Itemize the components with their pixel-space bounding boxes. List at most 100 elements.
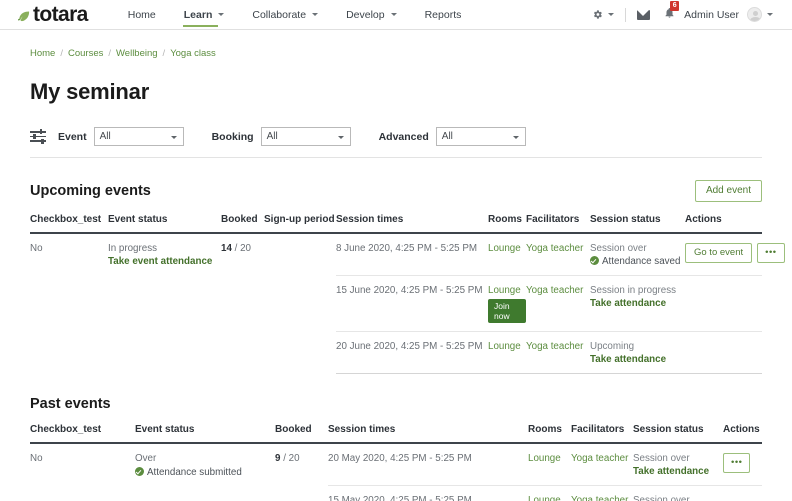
filter-advanced-value: All [442,131,453,142]
breadcrumb-separator: / [163,48,166,59]
cell-booked: 9 / 20 [275,443,328,501]
cell-session-status: Session over Take attendance [633,443,723,486]
session-status-text: Upcoming [590,341,634,352]
upcoming-table-header-row: Checkbox_test Event status Booked Sign-u… [30,214,762,233]
breadcrumb: Home / Courses / Wellbeing / Yoga class [30,30,762,59]
facilitator-link[interactable]: Yoga teacher [571,495,628,501]
filter-sliders-icon [30,130,46,143]
upcoming-events-table: Checkbox_test Event status Booked Sign-u… [30,214,762,374]
col-booked: Booked [221,214,264,233]
notification-count-badge: 6 [670,1,679,11]
cell-session-time: 8 June 2020, 4:25 PM - 5:25 PM [336,233,488,276]
user-name-label: Admin User [684,9,739,21]
cell-facilitator: Yoga teacher [526,276,590,332]
cell-room: Lounge Join now [488,276,526,332]
chevron-down-icon [312,13,318,16]
cell-session-status: Session in progress Take attendance [590,276,685,332]
col-session-status: Session status [590,214,685,233]
row-actions-menu-button[interactable]: ••• [757,243,784,263]
col-actions: Actions [685,214,762,233]
notifications-button[interactable]: 6 [664,7,675,22]
room-link[interactable]: Lounge [528,453,561,464]
col-rooms: Rooms [488,214,526,233]
chevron-down-icon [218,13,224,16]
top-navigation-bar: totara Home Learn Collaborate Develop Re… [0,0,792,30]
messages-button[interactable] [630,10,657,20]
facilitator-link[interactable]: Yoga teacher [526,285,583,296]
go-to-event-button[interactable]: Go to event [685,243,752,263]
cell-room: Lounge [528,443,571,486]
brand-text: totara [33,4,88,25]
cell-session-status: Session over Attendance saved [590,233,685,276]
user-menu[interactable]: 6 Admin User [657,7,780,22]
breadcrumb-item-courses[interactable]: Courses [68,48,103,59]
nav-item-learn-label: Learn [184,9,213,21]
room-link[interactable]: Lounge [488,285,521,296]
filter-event-select[interactable]: All [94,127,184,146]
nav-item-home-label: Home [128,9,156,21]
cell-room: Lounge [488,332,526,374]
cell-session-time: 20 June 2020, 4:25 PM - 5:25 PM [336,332,488,374]
nav-item-reports[interactable]: Reports [411,3,476,27]
nav-item-develop[interactable]: Develop [332,3,411,27]
breadcrumb-item-yoga-class[interactable]: Yoga class [170,48,216,59]
filter-event-value: All [100,131,111,142]
attendance-saved-label: Attendance saved [602,256,680,267]
cell-actions [685,276,762,332]
col-facilitators: Facilitators [526,214,590,233]
row-actions-menu-button[interactable]: ••• [723,453,750,473]
settings-menu-button[interactable] [585,9,621,20]
nav-item-learn[interactable]: Learn [170,3,239,27]
cell-event-status: In progress Take event attendance [108,233,221,374]
cell-session-time: 20 May 2020, 4:25 PM - 5:25 PM [328,443,528,486]
booked-total: / 20 [235,243,251,254]
take-attendance-link[interactable]: Take attendance [633,466,723,477]
col-booked: Booked [275,424,328,443]
event-status-text: Over [135,453,156,464]
filter-booking-select[interactable]: All [261,127,351,146]
col-checkbox-test: Checkbox_test [30,214,108,233]
breadcrumb-item-wellbeing[interactable]: Wellbeing [116,48,158,59]
attendance-submitted-label: Attendance submitted [147,467,242,478]
room-link[interactable]: Lounge [488,243,521,254]
cell-checkbox-test: No [30,443,135,501]
session-status-text: Session over [590,243,647,254]
room-link[interactable]: Lounge [528,495,561,501]
nav-divider [625,8,626,22]
take-attendance-link[interactable]: Take attendance [590,298,685,309]
col-checkbox-test: Checkbox_test [30,424,135,443]
leaf-icon [16,9,31,24]
cell-session-time: 15 June 2020, 4:25 PM - 5:25 PM [336,276,488,332]
cell-session-status: Upcoming Take attendance [590,332,685,374]
facilitator-link[interactable]: Yoga teacher [571,453,628,464]
add-event-button[interactable]: Add event [695,180,762,202]
nav-item-home[interactable]: Home [114,3,170,27]
table-row: No In progress Take event attendance 14 … [30,233,762,276]
join-now-button[interactable]: Join now [488,299,526,323]
envelope-icon [637,10,650,20]
booked-total: / 20 [283,453,299,464]
chevron-down-icon [391,13,397,16]
cell-actions [685,332,762,374]
brand-logo[interactable]: totara [16,4,88,25]
filter-booking-value: All [267,131,278,142]
take-attendance-link[interactable]: Take attendance [590,354,685,365]
gear-icon [592,9,603,20]
facilitator-link[interactable]: Yoga teacher [526,243,583,254]
cell-room: Lounge [528,486,571,501]
nav-item-collaborate[interactable]: Collaborate [238,3,332,27]
room-link[interactable]: Lounge [488,341,521,352]
cell-facilitator: Yoga teacher [526,233,590,276]
cell-facilitator: Yoga teacher [526,332,590,374]
check-circle-icon [590,256,599,265]
facilitator-link[interactable]: Yoga teacher [526,341,583,352]
col-signup-period: Sign-up period [264,214,336,233]
breadcrumb-item-home[interactable]: Home [30,48,55,59]
cell-signup-period [264,233,336,374]
upcoming-events-title: Upcoming events [30,183,151,199]
breadcrumb-separator: / [60,48,63,59]
filter-event-label: Event [58,131,87,143]
take-event-attendance-link[interactable]: Take event attendance [108,256,221,267]
filter-advanced-select[interactable]: All [436,127,526,146]
cell-session-status: Session over Take attendance [633,486,723,501]
